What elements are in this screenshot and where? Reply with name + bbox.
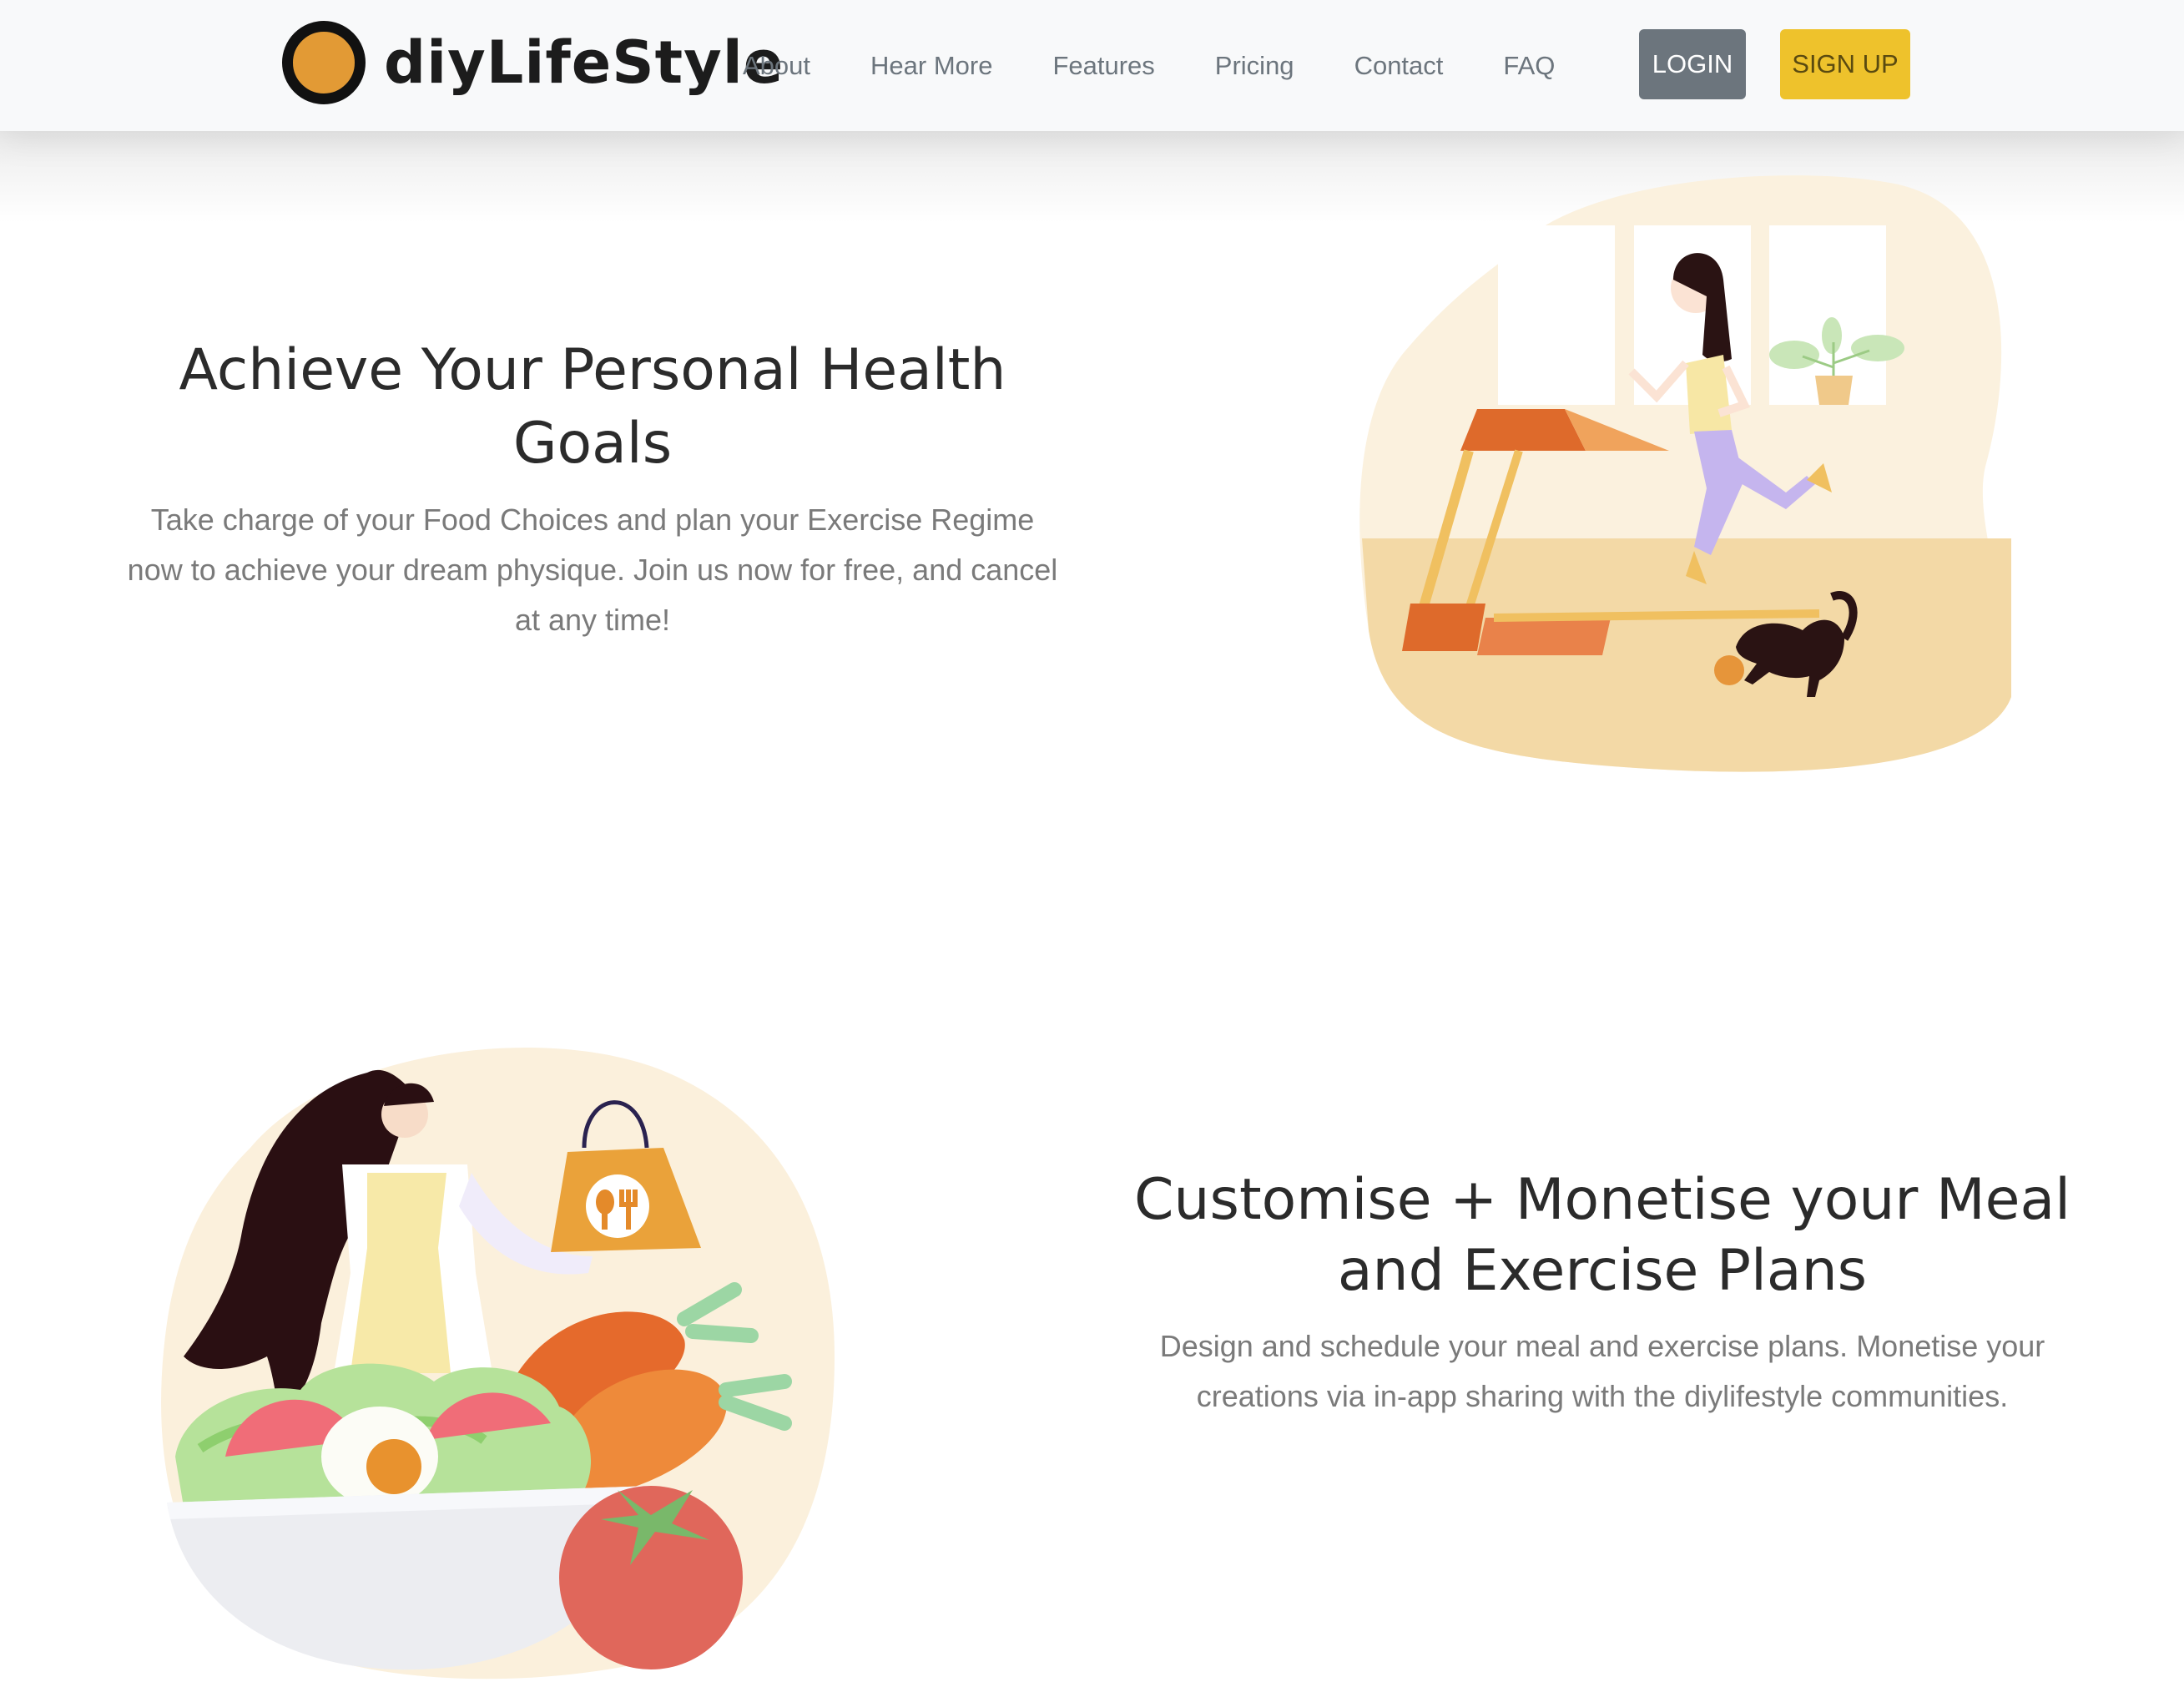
nav-link-features[interactable]: Features: [1052, 51, 1154, 81]
feature-title: Customise + Monetise your Meal and Exerc…: [1118, 1164, 2086, 1306]
brand[interactable]: diyLifeStyle: [282, 21, 784, 104]
nav-link-hear-more[interactable]: Hear More: [870, 51, 992, 81]
brand-logo-icon: [282, 21, 366, 104]
feature-title-line2: and Exercise Plans: [1337, 1238, 1868, 1304]
nav-link-contact[interactable]: Contact: [1354, 51, 1444, 81]
feature-text: Customise + Monetise your Meal and Exerc…: [1118, 1164, 2086, 1422]
nav-link-faq[interactable]: FAQ: [1503, 51, 1555, 81]
treadmill-illustration: [1359, 175, 2011, 772]
hero-title: Achieve Your Personal Health Goals: [179, 337, 1006, 477]
nav-link-pricing[interactable]: Pricing: [1215, 51, 1294, 81]
feature-title-line1: Customise + Monetise your Meal: [1133, 1167, 2071, 1233]
brand-name: diyLifeStyle: [384, 28, 784, 97]
illustration-floor: [1362, 538, 2011, 772]
feature-description: Design and schedule your meal and exerci…: [1159, 1329, 2045, 1413]
salad-illustration: [161, 1048, 835, 1679]
nav-links: About Hear More Features Pricing Contact…: [743, 0, 1615, 131]
signup-button[interactable]: SIGN UP: [1780, 29, 1910, 99]
hero-text: Achieve Your Personal Health Goals Take …: [100, 334, 1085, 645]
nav-link-about[interactable]: About: [743, 51, 810, 81]
login-button[interactable]: LOGIN: [1639, 29, 1746, 99]
navbar: diyLifeStyle About Hear More Features Pr…: [0, 0, 2184, 131]
hero-description: Take charge of your Food Choices and pla…: [127, 502, 1058, 637]
